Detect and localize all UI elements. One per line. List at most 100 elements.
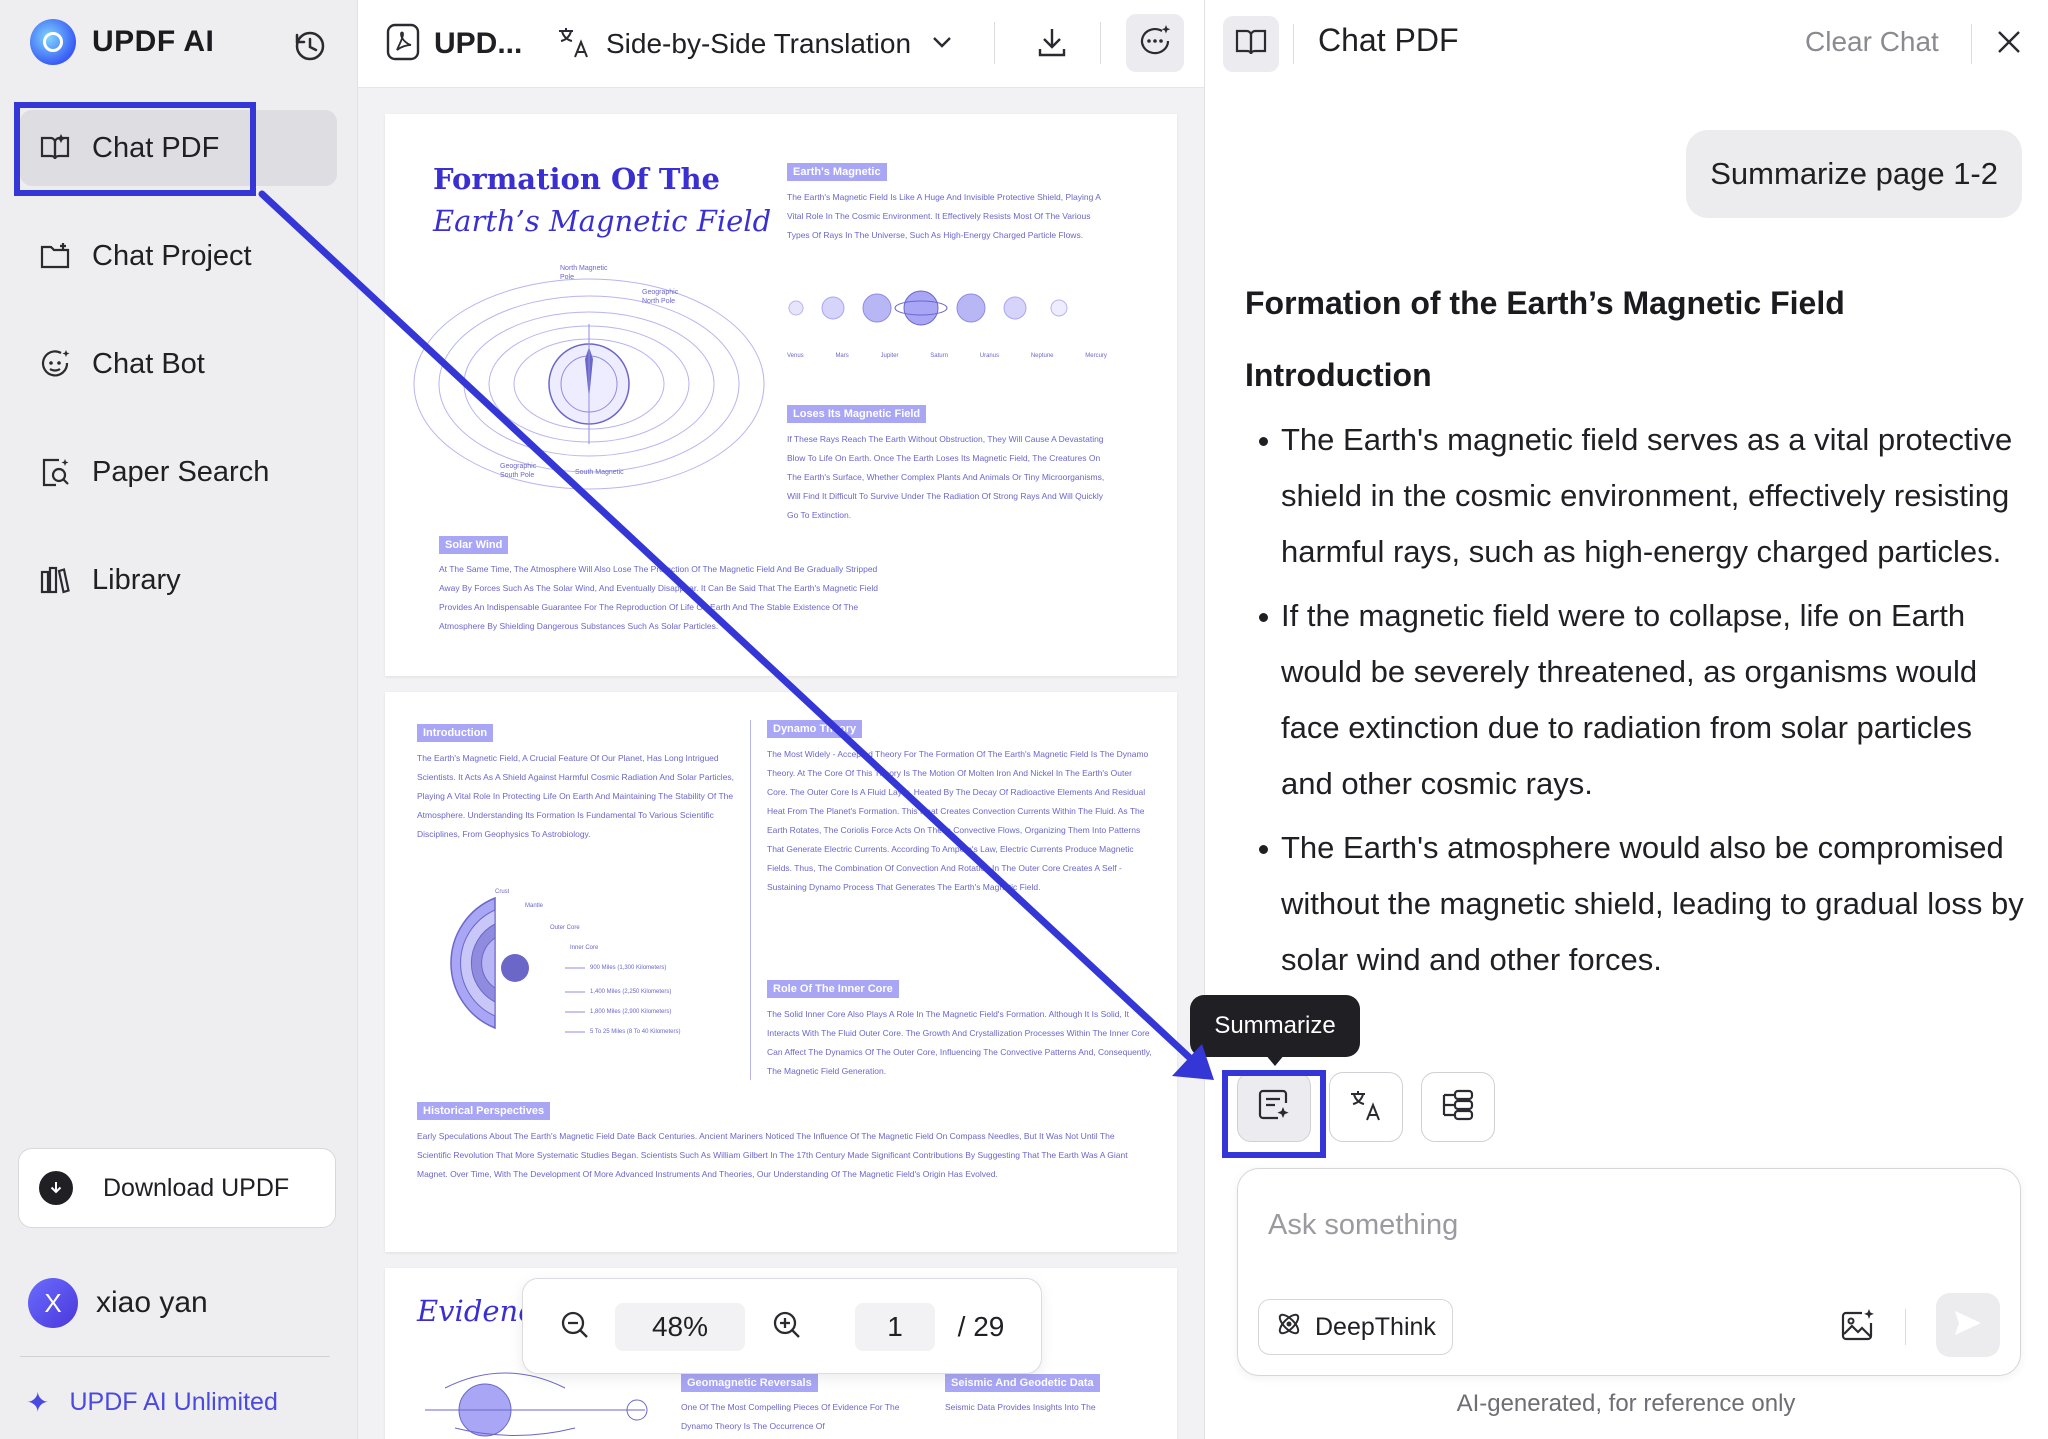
summarize-tooltip: Summarize bbox=[1190, 995, 1360, 1057]
zoom-out-icon bbox=[560, 1310, 590, 1345]
section-text: At The Same Time, The Atmosphere Will Al… bbox=[439, 564, 878, 631]
section-tag: Historical Perspectives bbox=[417, 1102, 551, 1120]
page-total: / 29 bbox=[957, 1311, 1005, 1342]
ai-chat-icon bbox=[1137, 23, 1173, 64]
send-icon bbox=[1953, 1309, 1983, 1342]
close-button[interactable] bbox=[1989, 24, 2029, 64]
ai-disclaimer: AI-generated, for reference only bbox=[1456, 1390, 1796, 1417]
header-divider bbox=[1971, 24, 1972, 64]
document-viewer: UPD... Side-by-Side Translation Formatio… bbox=[357, 0, 1205, 1439]
tooltip-tail bbox=[1265, 1054, 1285, 1066]
deepthink-label: DeepThink bbox=[1315, 1312, 1436, 1341]
download-label: Download UPDF bbox=[103, 1173, 290, 1202]
section-tag: Dynamo Theory bbox=[767, 720, 863, 738]
distance-label: 1,800 Miles (2,900 Kilometers) bbox=[590, 1009, 672, 1015]
updf-logo-icon bbox=[30, 19, 76, 65]
planet-label: Venus bbox=[787, 353, 804, 359]
document-name: UPD... bbox=[434, 27, 523, 60]
section-tag: Seismic And Geodetic Data bbox=[945, 1374, 1100, 1392]
sparkle-icon: ✦ bbox=[26, 1387, 50, 1418]
figure-label: Geographic North Pole bbox=[642, 289, 679, 305]
chat-title: Chat PDF bbox=[1318, 22, 1459, 58]
section-tag: Loses Its Magnetic Field bbox=[787, 405, 927, 423]
zoom-bar: 48% 1 / 29 bbox=[522, 1278, 1042, 1374]
sidebar-item-label: Chat Bot bbox=[92, 347, 205, 380]
folder-plus-icon bbox=[38, 239, 72, 273]
planet-label: Neptune bbox=[1030, 353, 1054, 359]
summarize-button[interactable] bbox=[1237, 1072, 1311, 1142]
figure-label: North Magnetic Pole bbox=[560, 265, 608, 281]
book-icon bbox=[1235, 27, 1267, 62]
user-message: Summarize page 1-2 bbox=[1686, 130, 2022, 218]
section-tag: Earth's Magnetic bbox=[787, 163, 887, 181]
zoom-out-button[interactable] bbox=[551, 1303, 599, 1351]
close-icon bbox=[1996, 29, 2022, 60]
mindmap-icon bbox=[1440, 1087, 1476, 1128]
list-item: The Earth's magnetic field serves as a v… bbox=[1245, 412, 2025, 580]
planet-label: Mercury bbox=[1085, 353, 1107, 359]
sidebar: UPDF AI Chat PDF Chat Project Chat Bot P… bbox=[0, 0, 357, 1439]
section-text: Seismic Data Provides Insights Into The bbox=[945, 1402, 1096, 1412]
user-profile[interactable]: X xiao yan bbox=[28, 1278, 208, 1328]
page-title-line1: Formation Of The bbox=[433, 162, 720, 196]
page-number-input[interactable]: 1 bbox=[855, 1303, 935, 1351]
section-text: The Earth's Magnetic Field Is Like A Hug… bbox=[787, 192, 1101, 240]
unlimited-link[interactable]: ✦ UPDF AI Unlimited bbox=[26, 1386, 278, 1419]
translate-button[interactable] bbox=[1329, 1072, 1403, 1142]
mindmap-button[interactable] bbox=[1421, 1072, 1495, 1142]
zoom-in-button[interactable] bbox=[763, 1303, 811, 1351]
clear-chat-button[interactable]: Clear Chat bbox=[1805, 26, 1939, 58]
sidebar-item-paper-search[interactable]: Paper Search bbox=[20, 434, 337, 510]
ask-input[interactable] bbox=[1268, 1195, 1988, 1255]
history-icon[interactable] bbox=[290, 26, 330, 66]
deepthink-toggle[interactable]: DeepThink bbox=[1258, 1299, 1453, 1355]
download-icon bbox=[1035, 25, 1069, 64]
translation-mode-dropdown[interactable]: Side-by-Side Translation bbox=[556, 20, 953, 68]
layer-label: Crust bbox=[495, 889, 510, 895]
pdf-page-1[interactable]: Formation Of The Earth’s Magnetic Field … bbox=[385, 114, 1177, 676]
planet-label: Mars bbox=[835, 353, 849, 359]
book-open-icon bbox=[38, 131, 72, 165]
brand: UPDF AI bbox=[30, 18, 214, 66]
download-updf-button[interactable]: Download UPDF bbox=[18, 1148, 336, 1228]
pdf-page-2[interactable]: Introduction The Earth's Magnetic Field,… bbox=[385, 692, 1177, 1252]
avatar: X bbox=[28, 1278, 78, 1328]
unlimited-label: UPDF AI Unlimited bbox=[69, 1388, 278, 1416]
list-item: If the magnetic field were to collapse, … bbox=[1245, 588, 2025, 812]
layer-label: Mantle bbox=[525, 903, 544, 909]
section-text: If These Rays Reach The Earth Without Ob… bbox=[787, 434, 1105, 520]
distance-label: 900 Miles (1,300 Kilometers) bbox=[590, 965, 667, 971]
sidebar-nav: Chat PDF Chat Project Chat Bot Paper Sea… bbox=[20, 110, 337, 650]
toggle-document-button[interactable] bbox=[1223, 16, 1279, 72]
planet-labels: Venus Mars Jupiter Saturn Uranus Neptune… bbox=[787, 352, 1107, 360]
section-text: The Earth's Magnetic Field, A Crucial Fe… bbox=[417, 753, 735, 839]
document-tab[interactable]: UPD... bbox=[386, 20, 522, 68]
viewer-toolbar: UPD... Side-by-Side Translation bbox=[358, 0, 1205, 88]
sidebar-item-chat-project[interactable]: Chat Project bbox=[20, 218, 337, 294]
column-divider bbox=[750, 720, 751, 1080]
sidebar-divider bbox=[20, 1356, 330, 1357]
atom-icon bbox=[1275, 1310, 1303, 1345]
send-button[interactable] bbox=[1936, 1293, 2000, 1357]
section-text: The Most Widely - Accepted Theory For Th… bbox=[767, 749, 1149, 892]
library-icon bbox=[38, 563, 72, 597]
sidebar-item-label: Library bbox=[92, 563, 181, 596]
ai-answer: Formation of the Earth’s Magnetic Field … bbox=[1245, 280, 2025, 1040]
sidebar-item-chat-pdf[interactable]: Chat PDF bbox=[20, 110, 337, 186]
list-item: The Earth's atmosphere would also be com… bbox=[1245, 820, 2025, 988]
header-divider bbox=[1293, 24, 1294, 64]
document-search-icon bbox=[38, 455, 72, 489]
sidebar-item-library[interactable]: Library bbox=[20, 542, 337, 618]
ai-assistant-button[interactable] bbox=[1126, 14, 1184, 72]
input-divider bbox=[1905, 1309, 1906, 1345]
zoom-level[interactable]: 48% bbox=[615, 1303, 745, 1351]
translate-icon bbox=[556, 24, 592, 65]
chat-header: Chat PDF Clear Chat bbox=[1205, 0, 2048, 88]
figure-label: South Magnetic bbox=[575, 469, 624, 476]
sidebar-item-label: Paper Search bbox=[92, 455, 270, 488]
download-button[interactable] bbox=[1030, 20, 1074, 68]
layer-label: Outer Core bbox=[550, 925, 580, 931]
sidebar-item-chat-bot[interactable]: Chat Bot bbox=[20, 326, 337, 402]
upload-image-button[interactable] bbox=[1828, 1299, 1888, 1355]
user-name: xiao yan bbox=[96, 1286, 208, 1319]
